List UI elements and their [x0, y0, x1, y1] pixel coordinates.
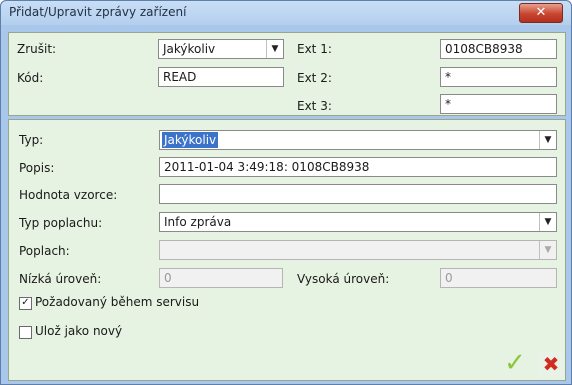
popis-value: 2011-01-04 3:49:18: 0108CB8938 — [164, 160, 370, 174]
poplach-select[interactable]: ▼ — [159, 240, 557, 260]
check-icon: ✓ — [21, 297, 30, 308]
uloz-label: Ulož jako nový — [35, 324, 123, 338]
filter-panel: Zrušit: Jakýkoliv ▼ Kód: READ Ext 1: 010… — [8, 32, 566, 116]
popis-input[interactable]: 2011-01-04 3:49:18: 0108CB8938 — [159, 157, 557, 177]
chevron-down-icon[interactable]: ▼ — [266, 40, 283, 58]
popis-label: Popis: — [19, 161, 55, 175]
nizka-input[interactable]: 0 — [159, 268, 283, 288]
x-icon: ✖ — [542, 352, 560, 376]
message-panel: Typ: Jakýkoliv ▼ Popis: 2011-01-04 3:49:… — [8, 119, 566, 381]
poplach-label: Poplach: — [19, 244, 70, 258]
servis-label: Požadovaný během servisu — [35, 295, 200, 309]
dialog-window: Přidat/Upravit zprávy zařízení ✕ Zrušit:… — [0, 0, 572, 385]
ext3-input[interactable]: * — [440, 94, 557, 114]
hodnota-input[interactable] — [159, 184, 557, 204]
typ-poplachu-select[interactable]: Info zpráva ▼ — [159, 212, 557, 232]
typ-poplachu-value: Info zpráva — [164, 215, 232, 229]
typ-value: Jakýkoliv — [162, 132, 219, 148]
nizka-label: Nízká úroveň: — [19, 272, 102, 286]
window-title: Přidat/Upravit zprávy zařízení — [9, 5, 187, 19]
chevron-down-icon[interactable]: ▼ — [539, 131, 556, 149]
nizka-value: 0 — [164, 271, 172, 285]
zrusit-label: Zrušit: — [17, 42, 57, 56]
cancel-button[interactable]: ✖ — [538, 351, 564, 377]
chevron-down-icon[interactable]: ▼ — [539, 241, 556, 259]
ext3-label: Ext 3: — [297, 99, 332, 113]
ext3-value: * — [445, 97, 451, 111]
vysoka-label: Vysoká úroveň: — [297, 272, 390, 286]
ext2-label: Ext 2: — [297, 71, 332, 85]
title-bar[interactable]: Přidat/Upravit zprávy zařízení ✕ — [1, 1, 571, 25]
checkmark-icon: ✓ — [504, 348, 526, 378]
close-icon: ✕ — [535, 5, 547, 20]
hodnota-label: Hodnota vzorce: — [19, 188, 118, 202]
typ-label: Typ: — [19, 133, 44, 147]
close-button[interactable]: ✕ — [519, 3, 563, 23]
vysoka-value: 0 — [445, 271, 453, 285]
typ-select[interactable]: Jakýkoliv ▼ — [159, 130, 557, 150]
kod-input[interactable]: READ — [158, 67, 284, 87]
ok-button[interactable]: ✓ — [501, 349, 529, 377]
kod-value: READ — [163, 70, 197, 84]
ext2-value: * — [445, 70, 451, 84]
uloz-checkbox[interactable] — [19, 326, 32, 339]
typ-poplachu-label: Typ poplachu: — [19, 216, 103, 230]
servis-checkbox[interactable]: ✓ — [19, 297, 32, 310]
kod-label: Kód: — [17, 71, 44, 85]
zrusit-value: Jakýkoliv — [163, 42, 216, 56]
ext1-value: 0108CB8938 — [445, 42, 523, 56]
zrusit-select[interactable]: Jakýkoliv ▼ — [158, 39, 284, 59]
ext2-input[interactable]: * — [440, 67, 557, 87]
ext1-label: Ext 1: — [297, 42, 332, 56]
ext1-input[interactable]: 0108CB8938 — [440, 39, 557, 59]
chevron-down-icon[interactable]: ▼ — [539, 213, 556, 231]
vysoka-input[interactable]: 0 — [440, 268, 557, 288]
